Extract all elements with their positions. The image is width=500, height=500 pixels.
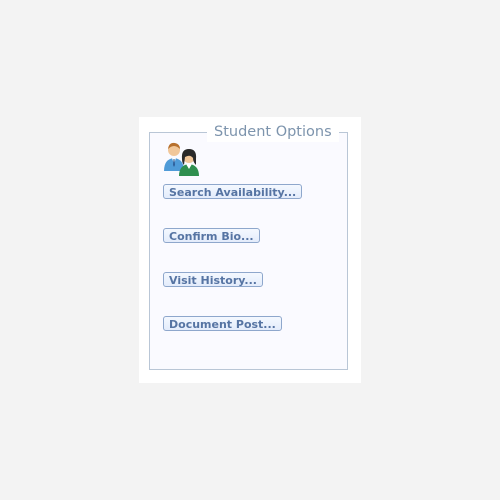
student-options-panel: Student Options Search Availability... C… bbox=[139, 117, 361, 383]
users-icon bbox=[164, 142, 199, 176]
document-post-button[interactable]: Document Post... bbox=[163, 316, 282, 331]
search-availability-button[interactable]: Search Availability... bbox=[163, 184, 303, 199]
visit-history-button[interactable]: Visit History... bbox=[163, 272, 263, 287]
fieldset-corner bbox=[341, 129, 349, 132]
confirm-bio-button[interactable]: Confirm Bio... bbox=[163, 228, 260, 243]
panel-title: Student Options bbox=[207, 122, 339, 142]
